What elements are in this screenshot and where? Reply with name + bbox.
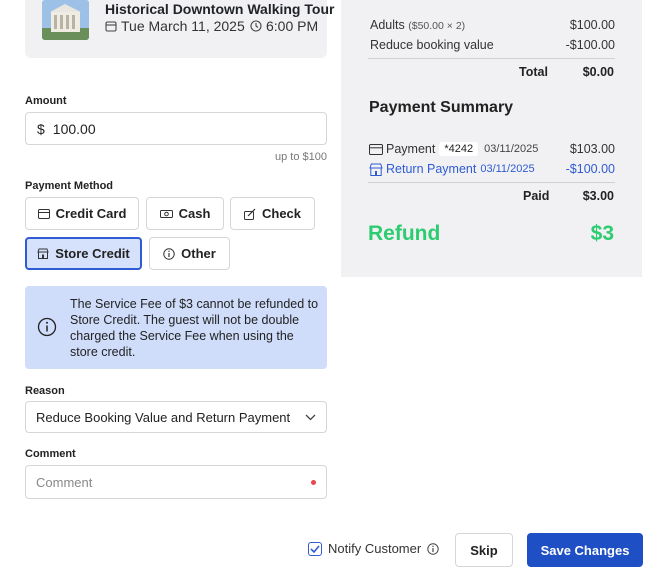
order-summary-panel: Adults ($50.00 × 2) $100.00 Reduce booki… <box>341 0 642 277</box>
credit-card-label: Credit Card <box>55 206 127 221</box>
notify-checkbox[interactable] <box>308 541 322 556</box>
clock-icon <box>250 20 262 32</box>
service-fee-notice: The Service Fee of $3 cannot be refunded… <box>25 286 327 369</box>
tour-time-text: 6:00 PM <box>266 18 319 34</box>
currency-symbol: $ <box>37 120 45 137</box>
comment-placeholder: Comment <box>36 474 93 490</box>
amount-hint: up to $100 <box>275 151 327 163</box>
payment-row: Payment *4242 03/11/2025 $103.00 <box>369 142 615 156</box>
total-value: $0.00 <box>582 65 614 79</box>
amount-input[interactable]: $ 100.00 <box>25 112 327 145</box>
other-label: Other <box>181 246 216 261</box>
return-payment-label: Return Payment <box>386 162 477 176</box>
tour-title: Historical Downtown Walking Tour <box>105 1 335 17</box>
payment-label: Payment <box>386 142 436 156</box>
notice-text: The Service Fee of $3 cannot be refunded… <box>70 297 319 359</box>
cash-button[interactable]: Cash <box>146 197 224 230</box>
reason-selected-value: Reduce Booking Value and Return Payment <box>36 409 291 425</box>
chevron-down-icon <box>305 414 316 420</box>
store-credit-label: Store Credit <box>55 246 130 261</box>
payment-amount: $103.00 <box>569 142 615 156</box>
payment-date: 03/11/2025 <box>484 143 539 155</box>
payment-summary-title: Payment Summary <box>369 99 514 116</box>
check-label: Check <box>261 206 302 221</box>
tour-time: 6:00 PM <box>250 18 318 34</box>
store-icon <box>369 163 383 176</box>
notify-customer-toggle[interactable]: Notify Customer <box>308 541 439 556</box>
save-changes-button[interactable]: Save Changes <box>527 533 643 567</box>
checkmark-icon <box>310 544 320 553</box>
calendar-icon <box>105 21 117 32</box>
line-item-adults: Adults ($50.00 × 2) $100.00 <box>370 18 615 32</box>
notify-label: Notify Customer <box>328 541 422 556</box>
card-last4: *4242 <box>439 142 479 156</box>
store-icon <box>37 248 49 259</box>
tour-card: Historical Downtown Walking Tour Tue Mar… <box>25 0 334 58</box>
check-icon <box>243 208 256 220</box>
paid-value: $3.00 <box>582 189 614 203</box>
amount-value: 100.00 <box>52 120 96 137</box>
refund-value: $3 <box>590 222 614 245</box>
line-item-reduce: Reduce booking value -$100.00 <box>370 38 615 52</box>
line-item-amount: $100.00 <box>569 18 615 32</box>
divider <box>368 182 615 183</box>
total-label: Total <box>519 65 548 79</box>
return-payment-amount: -$100.00 <box>565 162 615 176</box>
comment-input[interactable]: Comment <box>25 465 327 499</box>
credit-card-icon <box>37 208 50 219</box>
tour-thumbnail <box>42 0 89 40</box>
required-indicator <box>311 479 316 485</box>
tour-date-text: Tue March 11, 2025 <box>121 18 245 34</box>
info-circle-icon <box>37 317 57 337</box>
info-icon[interactable] <box>427 542 439 555</box>
other-button[interactable]: Other <box>149 237 230 270</box>
line-item-amount: -$100.00 <box>565 38 615 52</box>
return-payment-date: 03/11/2025 <box>480 163 535 175</box>
credit-card-button[interactable]: Credit Card <box>25 197 139 230</box>
cash-label: Cash <box>178 206 211 221</box>
credit-card-icon <box>369 143 383 155</box>
building-photo-icon <box>42 0 89 40</box>
reason-select[interactable]: Reduce Booking Value and Return Payment <box>25 401 327 433</box>
paid-label: Paid <box>523 189 550 203</box>
line-item-label: Adults ($50.00 × 2) <box>370 18 466 32</box>
reason-label: Reason <box>25 385 65 397</box>
comment-label: Comment <box>25 448 76 460</box>
amount-label: Amount <box>25 95 67 107</box>
info-icon <box>163 247 175 260</box>
tour-date: Tue March 11, 2025 <box>105 18 245 34</box>
refund-label: Refund <box>368 222 441 245</box>
line-item-label: Reduce booking value <box>370 38 494 52</box>
skip-button[interactable]: Skip <box>455 533 513 567</box>
divider <box>368 58 615 59</box>
store-credit-button[interactable]: Store Credit <box>25 237 142 270</box>
return-payment-row[interactable]: Return Payment 03/11/2025 -$100.00 <box>369 162 615 176</box>
cash-icon <box>159 209 173 218</box>
check-button[interactable]: Check <box>230 197 315 230</box>
payment-method-label: Payment Method <box>25 180 114 192</box>
